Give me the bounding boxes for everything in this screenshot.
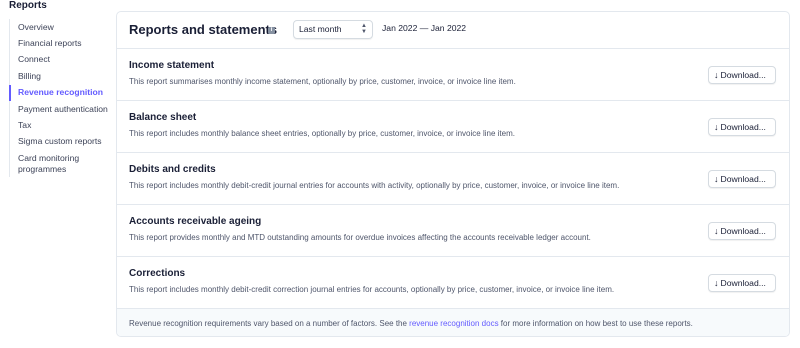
report-description: This report summarises monthly income st… [129,77,516,86]
revenue-recognition-docs-link[interactable]: revenue recognition docs [409,319,498,328]
chevron-up-down-icon: ▲ ▼ [361,23,367,35]
download-button[interactable]: ↓ Download... [708,118,776,136]
footer-text-before: Revenue recognition requirements vary ba… [129,319,410,328]
download-label: Download... [720,122,766,132]
download-button[interactable]: ↓ Download... [708,222,776,240]
download-label: Download... [720,70,766,80]
download-button[interactable]: ↓ Download... [708,170,776,188]
panel-header: Reports and statements i Last month ▲ ▼ J… [117,12,789,48]
info-icon[interactable]: i [268,27,275,34]
download-button[interactable]: ↓ Download... [708,66,776,84]
download-button[interactable]: ↓ Download... [708,274,776,292]
download-label: Download... [720,174,766,184]
download-arrow-icon: ↓ [714,174,719,184]
sidebar-item-payment-authentication[interactable]: Payment authentication [9,101,109,117]
sidebar-title: Reports [9,0,47,11]
report-description: This report includes monthly debit-credi… [129,181,620,190]
download-label: Download... [720,278,766,288]
sidebar-item-revenue-recognition[interactable]: Revenue recognition [9,84,109,101]
download-arrow-icon: ↓ [714,122,719,132]
reports-panel: Reports and statements i Last month ▲ ▼ J… [116,11,790,337]
report-row-corrections: Corrections This report includes monthly… [117,256,789,308]
footer-text-after: for more information on how best to use … [498,319,693,328]
report-name: Accounts receivable ageing [129,216,262,227]
sidebar-item-overview[interactable]: Overview [9,19,109,35]
period-select-value: Last month [299,24,342,34]
sidebar-item-card-monitoring-programmes[interactable]: Card monitoring programmes [9,150,109,177]
download-arrow-icon: ↓ [714,70,719,80]
sidebar-item-billing[interactable]: Billing [9,68,109,84]
sidebar-item-tax[interactable]: Tax [9,117,109,133]
report-row-balance-sheet: Balance sheet This report includes month… [117,100,789,152]
report-description: This report provides monthly and MTD out… [129,233,591,242]
report-description: This report includes monthly balance she… [129,129,515,138]
date-range: Jan 2022 — Jan 2022 [382,23,467,33]
report-description: This report includes monthly debit-credi… [129,285,615,294]
report-row-income-statement: Income statement This report summarises … [117,48,789,100]
download-label: Download... [720,226,766,236]
report-name: Balance sheet [129,112,197,123]
period-select[interactable]: Last month ▲ ▼ [293,20,373,39]
report-name: Debits and credits [129,164,216,175]
page-title: Reports and statements [129,22,278,37]
report-name: Income statement [129,60,215,71]
sidebar-nav: Overview Financial reports Connect Billi… [9,19,109,178]
sidebar-item-financial-reports[interactable]: Financial reports [9,35,109,51]
download-arrow-icon: ↓ [714,278,719,288]
reports-sidebar: Reports Overview Financial reports Conne… [0,0,110,348]
footer-note: Revenue recognition requirements vary ba… [129,319,693,328]
download-arrow-icon: ↓ [714,226,719,236]
sidebar-item-connect[interactable]: Connect [9,52,109,68]
sidebar-item-sigma-custom-reports[interactable]: Sigma custom reports [9,134,109,150]
report-row-accounts-receivable-ageing: Accounts receivable ageing This report p… [117,204,789,256]
report-name: Corrections [129,268,186,279]
report-row-debits-and-credits: Debits and credits This report includes … [117,152,789,204]
panel-footer: Revenue recognition requirements vary ba… [117,308,789,336]
